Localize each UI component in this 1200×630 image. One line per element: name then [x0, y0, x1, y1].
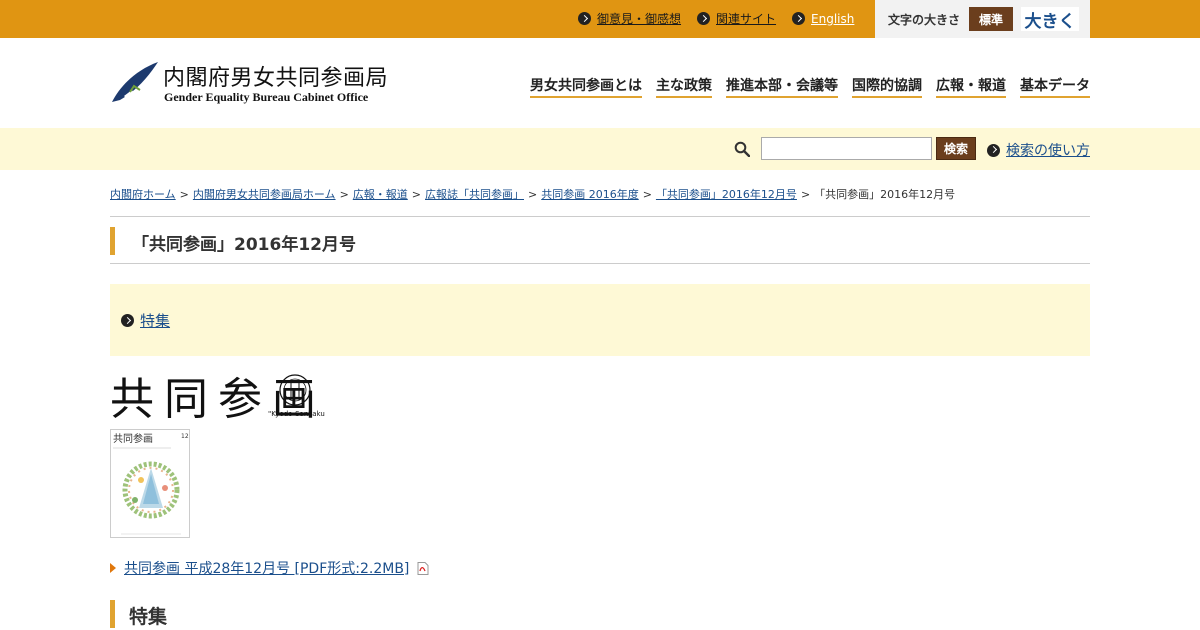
- global-nav: 男女共同参画とは 主な政策 推進本部・会議等 国際的協調 広報・報道 基本データ: [530, 75, 1090, 98]
- breadcrumb-fiscal-2016[interactable]: 共同参画 2016年度: [541, 188, 639, 201]
- utility-links: 御意見・御感想 関連サイト English: [578, 10, 854, 27]
- english-link[interactable]: English: [792, 10, 854, 27]
- breadcrumb-press[interactable]: 広報・報道: [353, 188, 408, 201]
- breadcrumb-issue-link[interactable]: 「共同参画」2016年12月号: [656, 188, 797, 201]
- cover-issue-number: 12: [181, 433, 189, 440]
- font-size-switcher: 文字の大きさ 標準 大きく: [875, 0, 1090, 38]
- arrow-circle-icon: [792, 12, 806, 25]
- breadcrumb-bureau-home[interactable]: 内閣府男女共同参画局ホーム: [193, 188, 336, 201]
- breadcrumb-magazine[interactable]: 広報誌「共同参画」: [425, 188, 524, 201]
- search-button[interactable]: 検索: [936, 137, 976, 160]
- font-size-label: 文字の大きさ: [888, 12, 961, 27]
- page-toc: 特集: [110, 284, 1090, 356]
- feedback-link-label: 御意見・御感想: [597, 12, 682, 26]
- english-link-label: English: [811, 11, 855, 26]
- masthead-logotype: 共同参画 "Kyodo-Sankaku": [110, 374, 328, 425]
- title-accent-bar: [110, 227, 115, 255]
- pdf-download-link[interactable]: 共同参画 平成28年12月号 [PDF形式:2.2MB]: [110, 558, 429, 578]
- search-bar: 検索 検索の使い方: [0, 128, 1200, 170]
- arrow-circle-icon: [121, 314, 134, 327]
- font-size-large-button[interactable]: 大きく: [1021, 7, 1080, 32]
- logo-english-name: Gender Equality Bureau Cabinet Office: [164, 90, 369, 104]
- search-help-link[interactable]: 検索の使い方: [987, 140, 1090, 160]
- arrow-circle-icon: [987, 143, 1000, 157]
- toc-item-label: 特集: [140, 312, 171, 330]
- pdf-file-icon: [417, 561, 429, 575]
- arrow-circle-icon: [578, 12, 591, 25]
- related-sites-link-label: 関連サイト: [716, 12, 777, 26]
- magazine-masthead: 共同参画 "Kyodo-Sankaku": [110, 370, 328, 425]
- breadcrumb-separator: >: [179, 188, 189, 201]
- breadcrumb-separator: >: [642, 188, 652, 201]
- font-size-standard-button[interactable]: 標準: [969, 7, 1014, 31]
- top-utility-bar: 御意見・御感想 関連サイト English 文字の大きさ 標準 大きく: [0, 0, 1200, 38]
- breadcrumb-separator: >: [528, 188, 538, 201]
- cover-title: 共同参画: [113, 432, 153, 445]
- section-heading: 特集: [129, 606, 168, 628]
- site-logo[interactable]: 内閣府男女共同参画局 Gender Equality Bureau Cabine…: [110, 60, 410, 106]
- gnav-about[interactable]: 男女共同参画とは: [530, 75, 642, 98]
- gnav-press[interactable]: 広報・報道: [936, 75, 1006, 98]
- page-title: 「共同参画」2016年12月号: [132, 235, 356, 255]
- section-accent-bar: [110, 600, 115, 628]
- search-icon: [734, 141, 750, 157]
- magazine-cover-thumbnail[interactable]: 共同参画 12: [110, 429, 190, 538]
- search-help-label: 検索の使い方: [1006, 143, 1090, 159]
- section-heading-block: 特集: [110, 600, 410, 628]
- breadcrumb-cabinet-home[interactable]: 内閣府ホーム: [110, 188, 176, 201]
- breadcrumb: 内閣府ホーム > 内閣府男女共同参画局ホーム > 広報・報道 > 広報誌「共同参画」 > 共同参…: [110, 186, 955, 202]
- breadcrumb-current: 「共同参画」2016年12月号: [814, 188, 956, 201]
- search-input[interactable]: [761, 137, 932, 160]
- breadcrumb-separator: >: [800, 188, 811, 201]
- related-sites-link[interactable]: 関連サイト: [697, 10, 776, 27]
- cover-image: 共同参画 12: [113, 432, 189, 535]
- toc-item-feature[interactable]: 特集: [121, 310, 170, 331]
- masthead-subtitle: "Kyodo-Sankaku": [268, 410, 325, 418]
- logo-japanese-name: 内閣府男女共同参画局: [163, 66, 389, 91]
- gnav-international[interactable]: 国際的協調: [852, 75, 922, 98]
- arrow-circle-icon: [697, 12, 711, 25]
- breadcrumb-separator: >: [411, 188, 421, 201]
- gnav-data[interactable]: 基本データ: [1020, 75, 1090, 98]
- gnav-council[interactable]: 推進本部・会議等: [726, 75, 838, 98]
- gnav-policies[interactable]: 主な政策: [656, 75, 712, 98]
- page-title-block: 「共同参画」2016年12月号: [110, 216, 1090, 264]
- breadcrumb-separator: >: [339, 188, 349, 201]
- pdf-link-label: 共同参画 平成28年12月号 [PDF形式:2.2MB]: [124, 561, 410, 577]
- triangle-bullet-icon: [110, 563, 116, 573]
- feedback-link[interactable]: 御意見・御感想: [578, 10, 681, 27]
- bureau-emblem-icon: [112, 62, 158, 102]
